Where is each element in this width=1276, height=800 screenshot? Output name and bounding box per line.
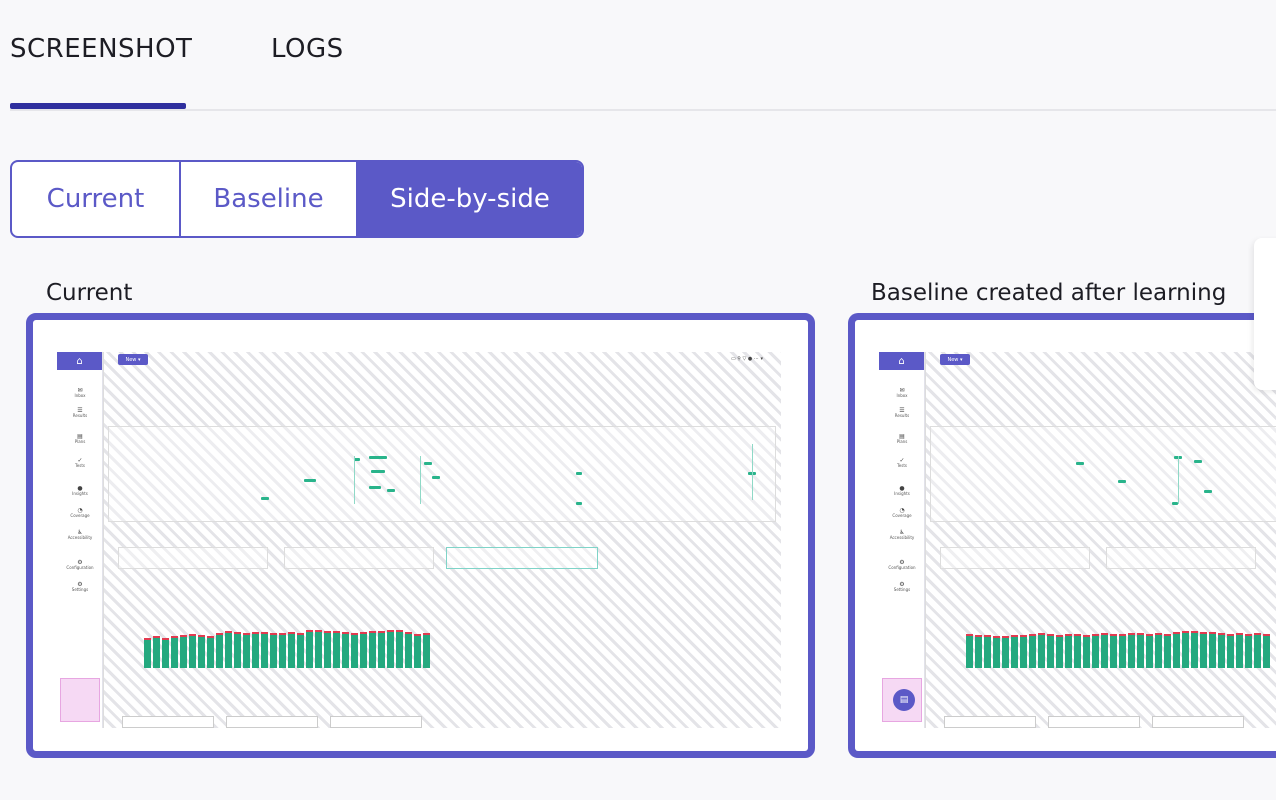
tab-logs[interactable]: LOGS bbox=[271, 34, 344, 64]
thumb-sidebar-configuration: ⚙ Configuration bbox=[888, 559, 916, 571]
current-screenshot-image: ⌂ ✉ Inbox ☰ Results ▤ Plans ✓ Tests ● Insight… bbox=[57, 344, 781, 728]
current-screenshot-frame[interactable]: ⌂ ✉ Inbox ☰ Results ▤ Plans ✓ Tests ● Insight… bbox=[26, 313, 815, 758]
thumb-env-card bbox=[940, 547, 1090, 569]
toggle-baseline-button[interactable]: Baseline bbox=[179, 162, 356, 236]
thumb-sidebar-plans: ▤ Plans bbox=[74, 433, 86, 445]
thumb-filter-dropdown bbox=[1152, 716, 1244, 728]
thumb-results-box bbox=[108, 426, 776, 522]
thumb-sidebar-tests: ✓ Tests bbox=[75, 457, 85, 469]
thumb-run-history-chart bbox=[966, 624, 1270, 668]
thumb-filter-dropdown bbox=[226, 716, 318, 728]
tabs-divider bbox=[10, 109, 1276, 111]
baseline-screenshot-frame[interactable]: ⌂ ✉ Inbox ☰ Results ▤ Plans ✓ Tests ● Insight… bbox=[848, 313, 1276, 758]
thumb-run-history-chart bbox=[144, 624, 430, 668]
home-icon: ⌂ bbox=[57, 352, 102, 370]
thumb-sidebar-insights: ● Insights bbox=[72, 485, 88, 497]
thumb-new-button: New ▾ bbox=[118, 354, 148, 365]
home-icon: ⌂ bbox=[879, 352, 924, 370]
toggle-current-button[interactable]: Current bbox=[12, 162, 179, 236]
baseline-panel-label: Baseline created after learning bbox=[871, 280, 1227, 306]
thumb-env-card bbox=[284, 547, 434, 569]
thumb-results-box bbox=[930, 426, 1276, 522]
thumb-sidebar-accessibility: ♿ Accessibility bbox=[889, 529, 915, 541]
toggle-side-by-side-button[interactable]: Side-by-side bbox=[356, 162, 582, 236]
thumb-sidebar-inbox: ✉ Inbox bbox=[896, 387, 908, 399]
thumb-env-card-selected bbox=[446, 547, 598, 569]
thumb-sidebar-results: ☰ Results bbox=[894, 407, 910, 419]
thumb-sidebar-insights: ● Insights bbox=[894, 485, 910, 497]
thumb-sidebar-configuration: ⚙ Configuration bbox=[66, 559, 94, 571]
thumb-sidebar-accessibility: ♿ Accessibility bbox=[67, 529, 93, 541]
tab-screenshot[interactable]: SCREENSHOT bbox=[10, 34, 192, 64]
thumb-toolbar-icons: ▭ ⚲ ▽ ● ⋯ ▾ bbox=[730, 356, 763, 362]
thumb-sidebar-settings: ⚙ Settings bbox=[893, 581, 911, 593]
side-drawer-edge[interactable] bbox=[1254, 238, 1276, 390]
thumb-filter-dropdown bbox=[944, 716, 1036, 728]
thumb-sidebar-settings: ⚙ Settings bbox=[71, 581, 89, 593]
thumb-sidebar-coverage: ◔ Coverage bbox=[892, 507, 912, 519]
thumb-filter-dropdown bbox=[122, 716, 214, 728]
thumb-new-button: New ▾ bbox=[940, 354, 970, 365]
top-tabs: SCREENSHOT LOGS bbox=[0, 0, 1276, 112]
thumb-content: New ▾ ▭ ⚲ ▽ ● ⋯ ▾ bbox=[103, 352, 781, 728]
highlighted-diff-region bbox=[60, 678, 100, 722]
thumb-sidebar: ⌂ ✉ Inbox ☰ Results ▤ Plans ✓ Tests ● Insight… bbox=[879, 352, 925, 728]
thumb-sidebar: ⌂ ✉ Inbox ☰ Results ▤ Plans ✓ Tests ● Insight… bbox=[57, 352, 103, 728]
highlighted-diff-region: ▤ bbox=[882, 678, 922, 722]
thumb-sidebar-tests: ✓ Tests bbox=[897, 457, 907, 469]
thumb-content: New ▾ bbox=[925, 352, 1276, 728]
current-panel-label: Current bbox=[46, 280, 133, 306]
baseline-screenshot-image: ⌂ ✉ Inbox ☰ Results ▤ Plans ✓ Tests ● Insight… bbox=[879, 344, 1276, 728]
thumb-filter-dropdown bbox=[1048, 716, 1140, 728]
thumb-filter-dropdown bbox=[330, 716, 422, 728]
active-tab-indicator bbox=[10, 103, 186, 109]
thumb-sidebar-plans: ▤ Plans bbox=[896, 433, 908, 445]
thumb-sidebar-coverage: ◔ Coverage bbox=[70, 507, 90, 519]
thumb-sidebar-results: ☰ Results bbox=[72, 407, 88, 419]
chat-icon: ▤ bbox=[893, 689, 915, 711]
view-toggle: Current Baseline Side-by-side bbox=[10, 160, 584, 238]
thumb-env-card bbox=[118, 547, 268, 569]
thumb-env-card bbox=[1106, 547, 1256, 569]
thumb-sidebar-inbox: ✉ Inbox bbox=[74, 387, 86, 399]
